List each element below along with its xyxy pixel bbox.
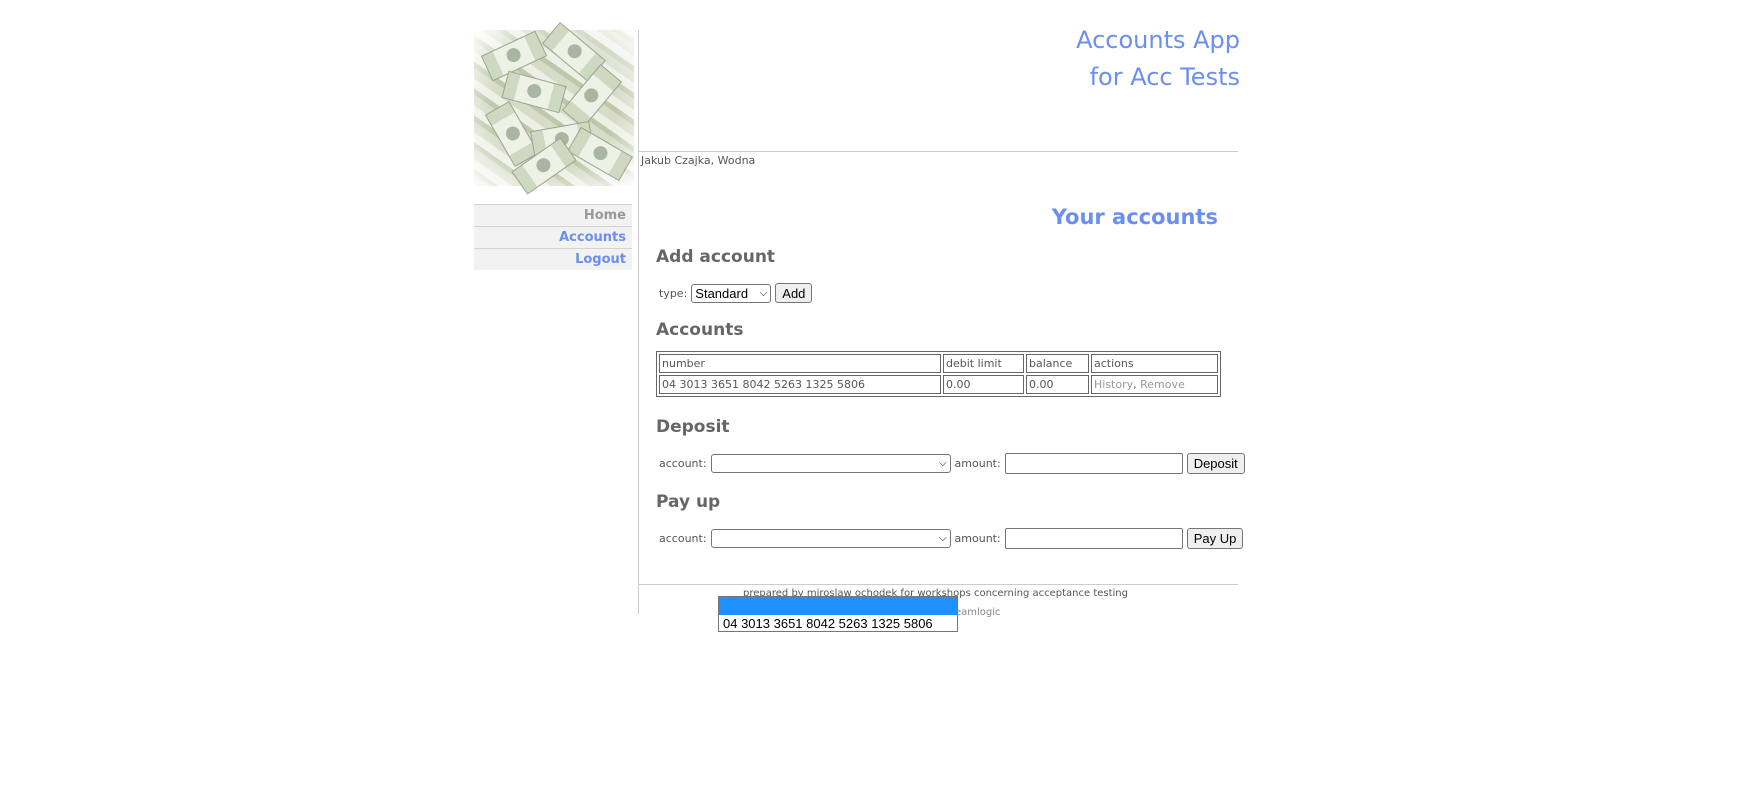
add-account-button[interactable]: Add [775,283,813,303]
column-header-actions: actions [1091,354,1218,373]
actions-cell: History, Remove [1091,375,1218,394]
payup-form: account: ⌵ amount: Pay Up [659,528,1244,549]
nav-item-home[interactable]: Home [474,204,632,226]
add-account-heading: Add account [656,247,776,267]
chevron-down-icon: ⌵ [938,533,947,544]
chevron-down-icon: ⌵ [759,287,768,299]
history-link[interactable]: History [1094,378,1133,391]
deposit-button[interactable]: Deposit [1186,453,1245,474]
table-row: 04 3013 3651 8042 5263 1325 5806 0.00 0.… [659,375,1218,394]
sidebar-divider [638,30,639,614]
deposit-amount-input[interactable] [1004,453,1183,474]
header-divider [638,151,1238,152]
accounts-heading: Accounts [656,320,744,340]
deposit-form: account: ⌵ amount: Deposit [659,453,1245,474]
column-header-balance: balance [1026,354,1089,373]
column-header-number: number [659,354,941,373]
deposit-account-label: account: [659,457,707,470]
payup-account-select[interactable]: ⌵ [710,529,951,548]
dropdown-option-empty[interactable] [719,597,957,615]
account-dropdown-list[interactable]: 04 3013 3651 8042 5263 1325 5806 [718,596,958,632]
page-title: Your accounts [1051,205,1218,229]
actions-separator: , [1133,378,1137,391]
add-account-form: type: Standard ⌵ Add [659,283,813,303]
payup-amount-input[interactable] [1004,528,1183,549]
payup-account-label: account: [659,532,707,545]
footer-brand: eamlogic [955,607,1001,618]
app-title: Accounts App for Acc Tests [1076,22,1240,96]
sidebar-nav: Home Accounts Logout [474,204,632,270]
table-header-row: number debit limit balance actions [659,354,1218,373]
footer-divider [638,584,1238,585]
user-info: Jakub Czajka, Wodna [641,154,756,167]
money-logo-image [474,21,634,195]
remove-link[interactable]: Remove [1140,378,1185,391]
type-label: type: [659,286,688,300]
accounts-table: number debit limit balance actions 04 30… [656,351,1221,397]
payup-button[interactable]: Pay Up [1186,528,1244,549]
nav-item-logout[interactable]: Logout [474,248,632,270]
balance-cell: 0.00 [1026,375,1089,394]
column-header-debit-limit: debit limit [943,354,1024,373]
account-type-select[interactable]: Standard ⌵ [691,283,772,303]
payup-amount-label: amount: [954,532,1001,545]
account-number-cell: 04 3013 3651 8042 5263 1325 5806 [659,375,941,394]
nav-item-accounts[interactable]: Accounts [474,226,632,248]
deposit-heading: Deposit [656,417,730,437]
dropdown-option-account[interactable]: 04 3013 3651 8042 5263 1325 5806 [719,615,957,632]
chevron-down-icon: ⌵ [938,458,947,469]
account-type-value: Standard [695,285,749,301]
deposit-amount-label: amount: [954,457,1001,470]
payup-heading: Pay up [656,492,721,512]
deposit-account-select[interactable]: ⌵ [710,454,951,473]
app-title-line2: for Acc Tests [1089,63,1240,91]
app-title-line1: Accounts App [1076,26,1240,54]
debit-limit-cell: 0.00 [943,375,1024,394]
